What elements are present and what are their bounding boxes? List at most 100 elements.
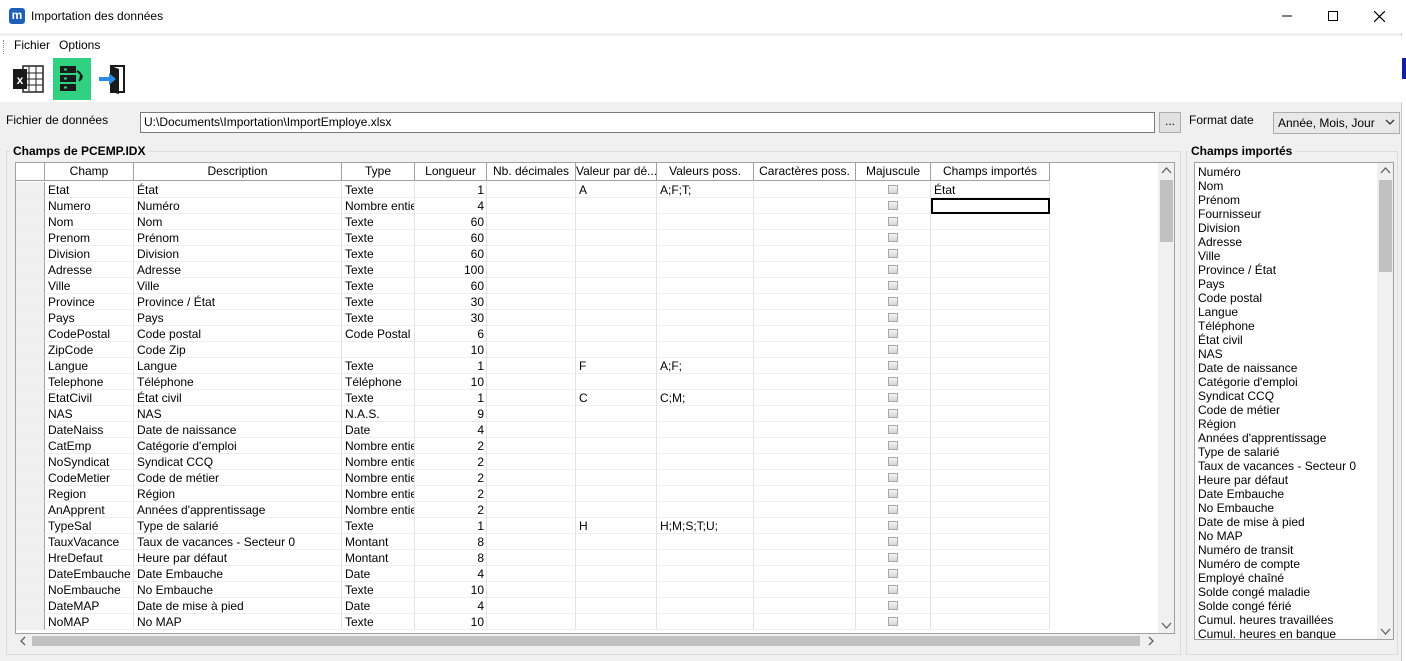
grid-cell[interactable]: Texte	[342, 294, 415, 310]
row-selector[interactable]	[16, 262, 45, 278]
grid-cell[interactable]: DateNaiss	[45, 422, 134, 438]
grid-cell[interactable]	[931, 358, 1050, 374]
table-row[interactable]: NoEmbauche No Embauche Texte 10	[16, 582, 1050, 598]
row-selector[interactable]	[16, 598, 45, 614]
grid-cell[interactable]: Téléphone	[342, 374, 415, 390]
list-item[interactable]: Code postal	[1195, 291, 1377, 305]
grid-cell[interactable]	[754, 390, 856, 406]
grid-cell[interactable]	[754, 614, 856, 630]
grid-cell[interactable]	[931, 342, 1050, 358]
table-row[interactable]: DateEmbauche Date Embauche Date 4	[16, 566, 1050, 582]
table-row[interactable]: EtatCivil État civil Texte 1 C C;M;	[16, 390, 1050, 406]
list-item[interactable]: Solde congé maladie	[1195, 585, 1377, 599]
grid-cell[interactable]	[754, 358, 856, 374]
grid-cell[interactable]	[576, 230, 657, 246]
grid-cell[interactable]: 6	[415, 326, 487, 342]
column-header[interactable]: Type	[342, 163, 415, 181]
list-vertical-scrollbar[interactable]	[1377, 163, 1393, 639]
grid-cell[interactable]	[576, 614, 657, 630]
table-row[interactable]: Adresse Adresse Texte 100	[16, 262, 1050, 278]
grid-cell[interactable]: F	[576, 358, 657, 374]
majuscule-checkbox[interactable]	[856, 598, 931, 614]
grid-cell[interactable]: Numero	[45, 198, 134, 214]
grid-cell[interactable]: Type de salarié	[134, 518, 342, 534]
grid-cell[interactable]	[754, 502, 856, 518]
grid-cell[interactable]: NAS	[134, 406, 342, 422]
grid-cell[interactable]: Nom	[45, 214, 134, 230]
grid-cell[interactable]: DateEmbauche	[45, 566, 134, 582]
majuscule-checkbox[interactable]	[856, 550, 931, 566]
grid-cell[interactable]	[931, 614, 1050, 630]
majuscule-checkbox[interactable]	[856, 582, 931, 598]
checkbox-icon[interactable]	[888, 393, 898, 402]
table-row[interactable]: Division Division Texte 60	[16, 246, 1050, 262]
grid-cell[interactable]	[487, 358, 576, 374]
grid-cell[interactable]: Pays	[45, 310, 134, 326]
row-selector[interactable]	[16, 342, 45, 358]
grid-cell[interactable]	[931, 406, 1050, 422]
grid-cell[interactable]: Texte	[342, 614, 415, 630]
grid-cell[interactable]	[754, 342, 856, 358]
grid-cell[interactable]	[754, 422, 856, 438]
grid-cell[interactable]	[487, 614, 576, 630]
grid-cell[interactable]	[657, 534, 754, 550]
grid-cell[interactable]: 10	[415, 582, 487, 598]
grid-cell[interactable]: C	[576, 390, 657, 406]
grid-cell[interactable]: Date de naissance	[134, 422, 342, 438]
table-row[interactable]: AnApprent Années d'apprentissage Nombre en…	[16, 502, 1050, 518]
grid-cell[interactable]	[487, 518, 576, 534]
grid-cell[interactable]: Date de mise à pied	[134, 598, 342, 614]
scroll-up-icon[interactable]	[1158, 163, 1175, 179]
grid-cell[interactable]	[576, 502, 657, 518]
grid-cell[interactable]	[754, 550, 856, 566]
grid-cell[interactable]: Numéro	[134, 198, 342, 214]
grid-cell[interactable]	[754, 582, 856, 598]
grid-cell[interactable]: Années d'apprentissage	[134, 502, 342, 518]
grid-cell[interactable]	[931, 198, 1050, 214]
checkbox-icon[interactable]	[888, 601, 898, 610]
grid-cell[interactable]: Prénom	[134, 230, 342, 246]
grid-cell[interactable]	[487, 214, 576, 230]
grid-cell[interactable]	[931, 262, 1050, 278]
grid-cell[interactable]	[487, 454, 576, 470]
row-selector[interactable]	[16, 198, 45, 214]
list-item[interactable]: Numéro	[1195, 165, 1377, 179]
table-row[interactable]: Numero Numéro Nombre entier 4	[16, 198, 1050, 214]
list-item[interactable]: Heure par défaut	[1195, 473, 1377, 487]
grid-cell[interactable]: Texte	[342, 230, 415, 246]
grid-cell[interactable]	[931, 518, 1050, 534]
grid-cell[interactable]: 4	[415, 198, 487, 214]
list-item[interactable]: Numéro de compte	[1195, 557, 1377, 571]
grid-cell[interactable]: Heure par défaut	[134, 550, 342, 566]
table-row[interactable]: Prenom Prénom Texte 60	[16, 230, 1050, 246]
column-header[interactable]: Valeur par dé...	[576, 163, 657, 181]
grid-cell[interactable]	[754, 246, 856, 262]
grid-cell[interactable]: Region	[45, 486, 134, 502]
grid-cell[interactable]: Telephone	[45, 374, 134, 390]
grid-cell[interactable]	[931, 246, 1050, 262]
grid-cell[interactable]	[657, 550, 754, 566]
grid-cell[interactable]	[931, 470, 1050, 486]
grid-cell[interactable]: Province	[45, 294, 134, 310]
grid-cell[interactable]: 2	[415, 454, 487, 470]
list-item[interactable]: Prénom	[1195, 193, 1377, 207]
grid-cell[interactable]	[487, 550, 576, 566]
grid-cell[interactable]: 4	[415, 422, 487, 438]
grid-cell[interactable]	[931, 326, 1050, 342]
table-row[interactable]: DateNaiss Date de naissance Date 4	[16, 422, 1050, 438]
grid-cell[interactable]	[576, 422, 657, 438]
grid-vertical-scrollbar[interactable]	[1158, 163, 1175, 633]
row-selector[interactable]	[16, 406, 45, 422]
grid-cell[interactable]: Taux de vacances - Secteur 0	[134, 534, 342, 550]
grid-cell[interactable]	[931, 230, 1050, 246]
grid-cell[interactable]: H	[576, 518, 657, 534]
grid-cell[interactable]	[576, 294, 657, 310]
grid-cell[interactable]: Texte	[342, 182, 415, 198]
row-selector[interactable]	[16, 502, 45, 518]
majuscule-checkbox[interactable]	[856, 566, 931, 582]
list-item[interactable]: Langue	[1195, 305, 1377, 319]
checkbox-icon[interactable]	[888, 569, 898, 578]
grid-cell[interactable]	[487, 470, 576, 486]
checkbox-icon[interactable]	[888, 201, 898, 210]
list-item[interactable]: Numéro de transit	[1195, 543, 1377, 557]
